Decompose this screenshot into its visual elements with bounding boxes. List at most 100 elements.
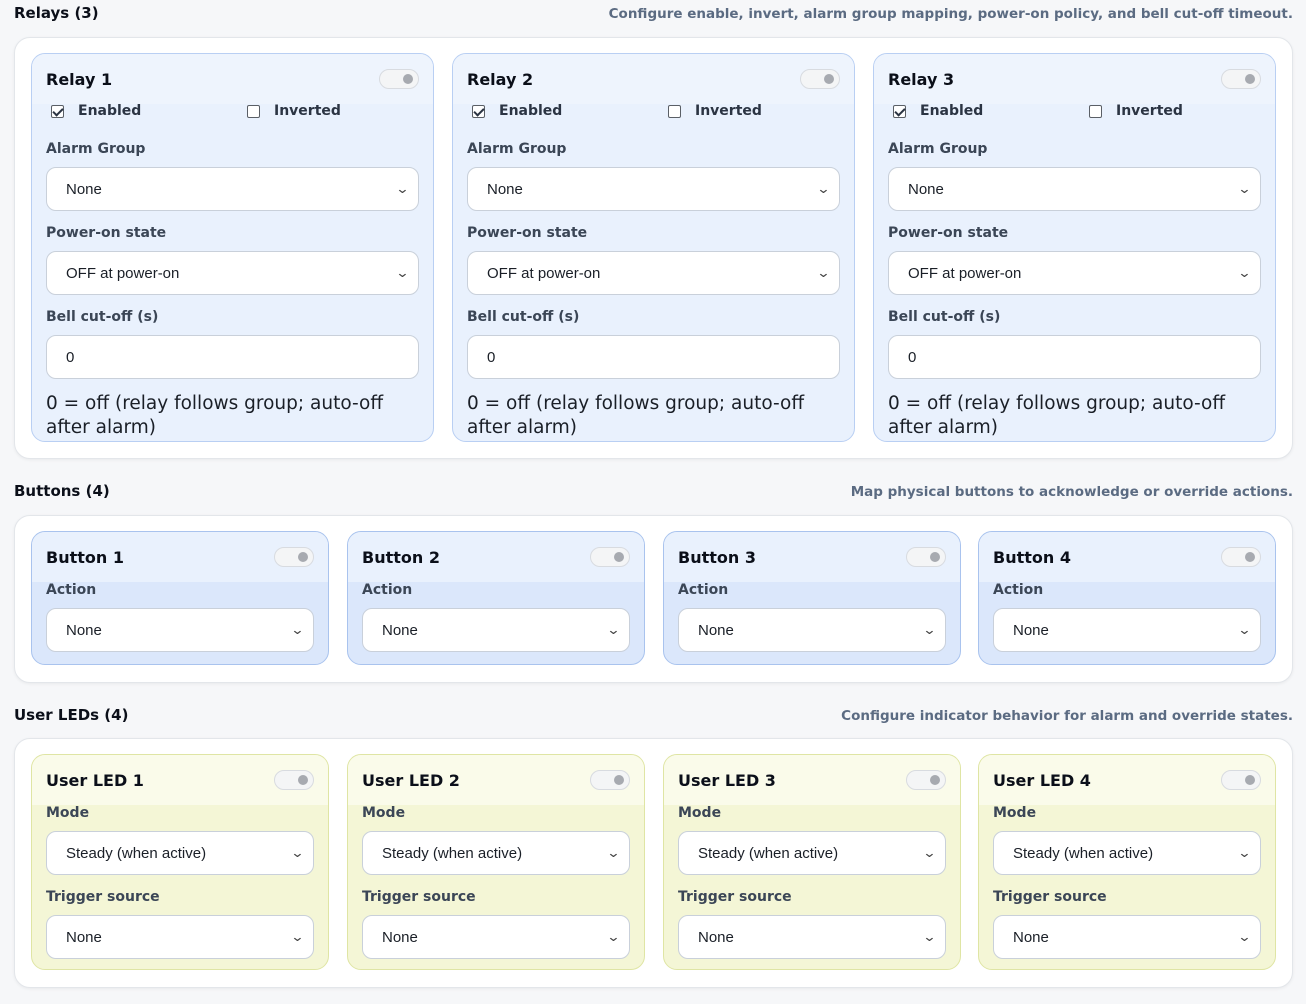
enabled-checkbox[interactable]: Enabled xyxy=(46,103,242,119)
chevron-down-icon: ⌄ xyxy=(922,622,937,637)
action-label: Action xyxy=(678,582,729,598)
mode-select[interactable]: Steady (when active) ⌄ xyxy=(46,831,314,875)
trigger-source-select[interactable]: None ⌄ xyxy=(678,915,946,959)
alarm-group-value: None xyxy=(908,180,944,198)
bell-cutoff-hint: 0 = off (relay follows group; auto-off a… xyxy=(467,393,805,438)
power-on-label: Power-on state xyxy=(467,225,588,241)
enabled-label: Enabled xyxy=(499,103,563,119)
trigger-source-label: Trigger source xyxy=(362,889,476,905)
bell-cutoff-value: 0 xyxy=(66,348,75,366)
checkbox-checked-icon[interactable] xyxy=(472,104,485,118)
relay-title: Relay 3 xyxy=(888,69,955,89)
chevron-down-icon: ⌄ xyxy=(922,845,937,860)
action-select[interactable]: None ⌄ xyxy=(993,608,1261,652)
alarm-group-value: None xyxy=(487,180,523,198)
button-title: Button 3 xyxy=(678,547,756,567)
relay-card-header: Relay 1 xyxy=(32,54,433,104)
led-toggle-switch[interactable] xyxy=(906,770,946,790)
led-card-header: User LED 3 xyxy=(664,755,960,805)
mode-select[interactable]: Steady (when active) ⌄ xyxy=(678,831,946,875)
trigger-source-select[interactable]: None ⌄ xyxy=(993,915,1261,959)
bell-cutoff-input[interactable]: 0 xyxy=(46,335,419,379)
action-select[interactable]: None ⌄ xyxy=(362,608,630,652)
chevron-down-icon: ⌄ xyxy=(816,181,831,196)
chevron-down-icon: ⌄ xyxy=(606,622,621,637)
power-on-select[interactable]: OFF at power-on ⌄ xyxy=(46,251,419,295)
power-on-value: OFF at power-on xyxy=(908,264,1022,282)
button-title: Button 1 xyxy=(46,547,124,567)
mode-label: Mode xyxy=(993,805,1037,821)
button-toggle-switch[interactable] xyxy=(1221,547,1261,567)
button-title: Button 2 xyxy=(362,547,440,567)
checkbox-empty-icon[interactable] xyxy=(668,104,681,118)
leds-section-title: User LEDs (4) xyxy=(14,706,129,724)
inverted-checkbox[interactable]: Inverted xyxy=(663,103,762,119)
action-label: Action xyxy=(993,582,1044,598)
led-toggle-switch[interactable] xyxy=(1221,770,1261,790)
relay-toggle-switch[interactable] xyxy=(379,69,419,89)
chevron-down-icon: ⌄ xyxy=(395,181,410,196)
checkbox-checked-icon[interactable] xyxy=(893,104,906,118)
button-toggle-switch[interactable] xyxy=(274,547,314,567)
power-on-value: OFF at power-on xyxy=(487,264,601,282)
button-card-header: Button 4 xyxy=(979,532,1275,582)
buttons-section-subtitle: Map physical buttons to acknowledge or o… xyxy=(850,484,1293,500)
led-title: User LED 4 xyxy=(993,770,1091,790)
mode-select[interactable]: Steady (when active) ⌄ xyxy=(993,831,1261,875)
bell-cutoff-hint: 0 = off (relay follows group; auto-off a… xyxy=(46,393,384,438)
button-toggle-switch[interactable] xyxy=(590,547,630,567)
action-label: Action xyxy=(362,582,413,598)
button-card-4: Button 4 Action None ⌄ xyxy=(978,531,1276,665)
chevron-down-icon: ⌄ xyxy=(922,929,937,944)
button-card-1: Button 1 Action None ⌄ xyxy=(31,531,329,665)
relays-section-subtitle: Configure enable, invert, alarm group ma… xyxy=(608,6,1293,22)
power-on-label: Power-on state xyxy=(46,225,167,241)
inverted-label: Inverted xyxy=(1116,103,1183,119)
mode-select[interactable]: Steady (when active) ⌄ xyxy=(362,831,630,875)
led-toggle-switch[interactable] xyxy=(274,770,314,790)
mode-label: Mode xyxy=(678,805,722,821)
led-card-4: User LED 4 Mode Steady (when active) ⌄ Tr… xyxy=(978,754,1276,970)
bell-cutoff-hint: 0 = off (relay follows group; auto-off a… xyxy=(888,393,1226,438)
bell-cutoff-value: 0 xyxy=(908,348,917,366)
relay-card-3: Relay 3 Enabled Inverted Alarm Group Non… xyxy=(873,53,1276,442)
trigger-source-value: None xyxy=(698,928,734,946)
trigger-source-select[interactable]: None ⌄ xyxy=(46,915,314,959)
relay-title: Relay 1 xyxy=(46,69,113,89)
mode-label: Mode xyxy=(46,805,90,821)
trigger-source-label: Trigger source xyxy=(678,889,792,905)
relay-toggle-switch[interactable] xyxy=(800,69,840,89)
led-title: User LED 2 xyxy=(362,770,460,790)
relays-panel: Relay 1 Enabled Inverted Alarm Group Non… xyxy=(14,37,1293,459)
chevron-down-icon: ⌄ xyxy=(1237,181,1252,196)
checkbox-checked-icon[interactable] xyxy=(51,104,64,118)
alarm-group-select[interactable]: None ⌄ xyxy=(467,167,840,211)
alarm-group-select[interactable]: None ⌄ xyxy=(888,167,1261,211)
chevron-down-icon: ⌄ xyxy=(395,265,410,280)
mode-value: Steady (when active) xyxy=(66,844,207,862)
inverted-checkbox[interactable]: Inverted xyxy=(1084,103,1183,119)
bell-cutoff-input[interactable]: 0 xyxy=(888,335,1261,379)
enabled-label: Enabled xyxy=(920,103,984,119)
power-on-select[interactable]: OFF at power-on ⌄ xyxy=(888,251,1261,295)
bell-cutoff-input[interactable]: 0 xyxy=(467,335,840,379)
alarm-group-select[interactable]: None ⌄ xyxy=(46,167,419,211)
action-select[interactable]: None ⌄ xyxy=(46,608,314,652)
button-toggle-switch[interactable] xyxy=(906,547,946,567)
inverted-checkbox[interactable]: Inverted xyxy=(242,103,341,119)
power-on-select[interactable]: OFF at power-on ⌄ xyxy=(467,251,840,295)
trigger-source-select[interactable]: None ⌄ xyxy=(362,915,630,959)
enabled-checkbox[interactable]: Enabled xyxy=(467,103,663,119)
relay-card-header: Relay 2 xyxy=(453,54,854,104)
action-select[interactable]: None ⌄ xyxy=(678,608,946,652)
led-toggle-switch[interactable] xyxy=(590,770,630,790)
alarm-group-label: Alarm Group xyxy=(467,141,567,157)
enabled-checkbox[interactable]: Enabled xyxy=(888,103,1084,119)
action-value: None xyxy=(66,621,102,639)
relay-toggle-switch[interactable] xyxy=(1221,69,1261,89)
chevron-down-icon: ⌄ xyxy=(290,622,305,637)
checkbox-empty-icon[interactable] xyxy=(1089,104,1102,118)
led-card-header: User LED 2 xyxy=(348,755,644,805)
checkbox-empty-icon[interactable] xyxy=(247,104,260,118)
leds-section-subtitle: Configure indicator behavior for alarm a… xyxy=(841,708,1293,724)
